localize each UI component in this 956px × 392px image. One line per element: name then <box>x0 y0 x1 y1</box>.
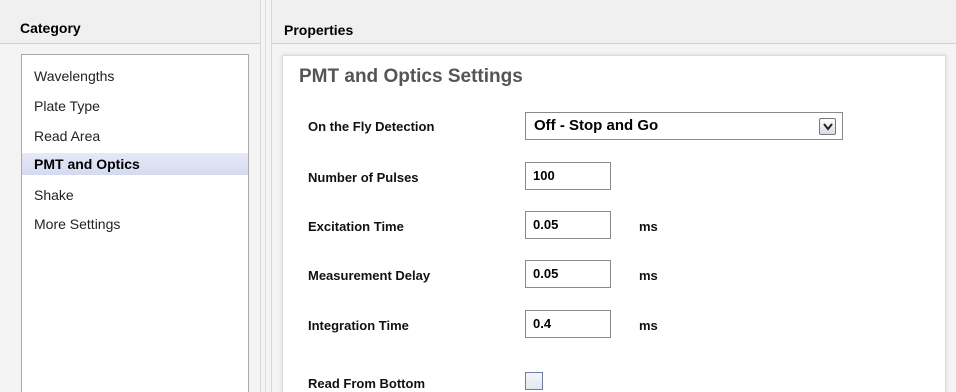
delay-unit: ms <box>639 268 658 283</box>
delay-input[interactable]: 0.05 <box>525 260 611 288</box>
integration-unit: ms <box>639 318 658 333</box>
category-item-shake[interactable]: Shake <box>22 184 248 206</box>
category-item-read-area[interactable]: Read Area <box>22 125 248 147</box>
integration-label: Integration Time <box>308 318 409 333</box>
delay-label: Measurement Delay <box>308 268 431 283</box>
category-pane: Category Wavelengths Plate Type Read Are… <box>0 0 260 392</box>
category-header-label: Category <box>20 20 81 36</box>
pulses-label: Number of Pulses <box>308 170 419 185</box>
properties-header: Properties <box>272 0 956 44</box>
excitation-label: Excitation Time <box>308 219 404 234</box>
category-header: Category <box>0 0 260 44</box>
on-the-fly-value: Off - Stop and Go <box>534 117 659 134</box>
integration-input[interactable]: 0.4 <box>525 310 611 338</box>
category-list: Wavelengths Plate Type Read Area PMT and… <box>21 54 249 392</box>
pulses-input[interactable]: 100 <box>525 162 611 190</box>
properties-pane: Properties PMT and Optics Settings On th… <box>272 0 956 392</box>
section-title: PMT and Optics Settings <box>299 66 523 87</box>
pane-splitter[interactable] <box>260 0 272 392</box>
category-item-wavelengths[interactable]: Wavelengths <box>22 65 248 87</box>
on-the-fly-select[interactable]: Off - Stop and Go <box>525 112 843 140</box>
excitation-input[interactable]: 0.05 <box>525 211 611 239</box>
read-bottom-label: Read From Bottom <box>308 376 425 391</box>
on-the-fly-label: On the Fly Detection <box>308 119 435 134</box>
properties-header-label: Properties <box>284 22 354 38</box>
chevron-down-icon[interactable] <box>819 118 836 135</box>
excitation-unit: ms <box>639 219 658 234</box>
read-bottom-checkbox[interactable] <box>525 372 543 390</box>
category-item-more-settings[interactable]: More Settings <box>22 213 248 235</box>
category-item-plate-type[interactable]: Plate Type <box>22 95 248 117</box>
category-item-pmt-and-optics[interactable]: PMT and Optics <box>22 153 248 175</box>
settings-window: Category Wavelengths Plate Type Read Are… <box>0 0 956 392</box>
settings-card: PMT and Optics Settings On the Fly Detec… <box>282 55 946 392</box>
